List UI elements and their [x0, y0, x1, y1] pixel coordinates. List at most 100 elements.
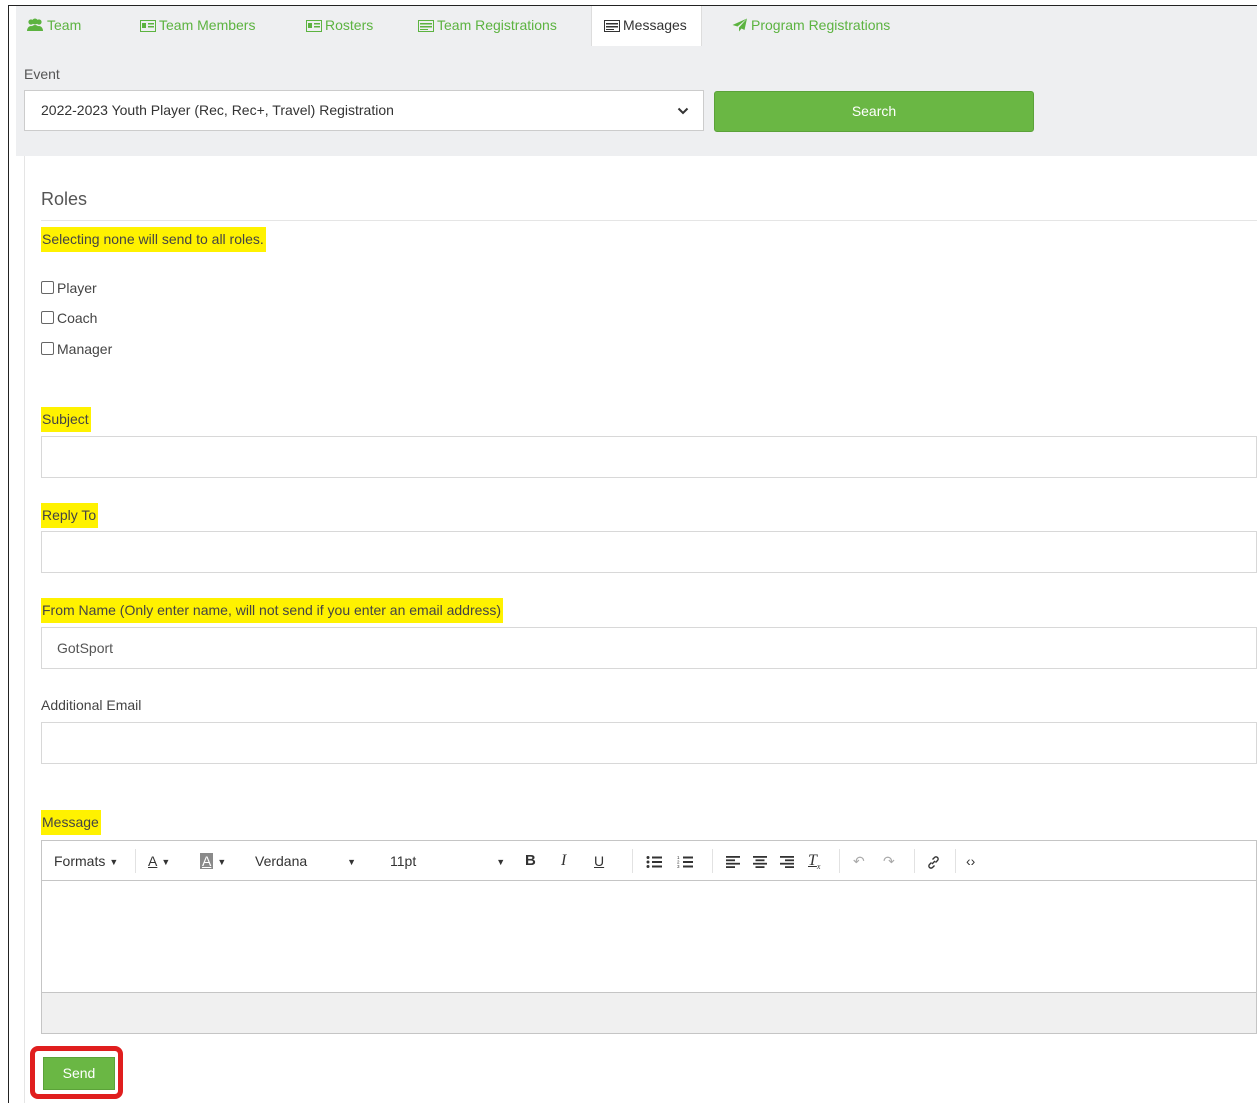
message-label: Message [41, 810, 101, 835]
background-color-button[interactable]: A ▼ [200, 841, 226, 881]
event-filter: Event 2022-2023 Youth Player (Rec, Rec+,… [16, 46, 1257, 156]
subject-label-text: Subject [41, 407, 91, 432]
subject-label: Subject [41, 407, 91, 432]
toolbar-divider [914, 849, 915, 873]
message-editor[interactable]: Formats▼ A▼ A▼ Verdana▼ 11pt▼ B I U [41, 840, 1257, 1034]
tab-team-members[interactable]: Team Members [140, 6, 255, 46]
tab-team[interactable]: Team [26, 6, 81, 46]
chevron-down-icon [677, 91, 689, 130]
additional-email-label: Additional Email [41, 697, 142, 713]
font-size-value: 11pt [390, 853, 417, 869]
tab-team-registrations-label: Team Registrations [437, 17, 557, 33]
tab-bar: Team Team Members Rosters Team Registrat… [16, 6, 1257, 47]
reply-to-label: Reply To [41, 503, 99, 528]
editor-content-area[interactable] [42, 881, 1256, 993]
role-option-coach[interactable]: Coach [41, 309, 97, 327]
font-family-dropdown[interactable]: Verdana ▼ [255, 841, 356, 881]
redo-icon: ↷ [883, 853, 895, 869]
code-icon: ‹› [966, 853, 976, 869]
font-size-dropdown[interactable]: 11pt ▼ [390, 841, 505, 881]
manager-label: Manager [57, 341, 113, 357]
subject-input[interactable] [41, 436, 1257, 478]
toolbar-divider [712, 849, 713, 873]
search-button[interactable]: Search [714, 91, 1034, 132]
caret-down-icon: ▼ [161, 857, 171, 867]
tab-program-registrations-label: Program Registrations [751, 17, 891, 33]
coach-checkbox[interactable] [41, 311, 54, 324]
align-center-icon [753, 853, 767, 869]
id-card-icon [306, 8, 322, 46]
player-checkbox[interactable] [41, 281, 54, 294]
role-option-manager[interactable]: Manager [41, 340, 112, 358]
background-color-icon: A [200, 853, 214, 869]
clear-formatting-icon: Tx [808, 852, 821, 872]
tab-messages[interactable]: Messages [591, 6, 702, 47]
bold-button[interactable]: B [525, 841, 536, 881]
id-card-icon [140, 8, 156, 46]
caret-down-icon: ▼ [217, 857, 227, 867]
text-color-icon: A [148, 853, 158, 869]
from-name-label-text: From Name (Only enter name, will not sen… [41, 598, 504, 623]
undo-button[interactable]: ↶ [853, 841, 865, 881]
svg-text:3: 3 [677, 864, 680, 869]
additional-email-input[interactable] [41, 722, 1257, 764]
tab-rosters[interactable]: Rosters [306, 6, 373, 46]
font-family-value: Verdana [255, 853, 308, 869]
manager-checkbox[interactable] [41, 342, 54, 355]
role-option-player[interactable]: Player [41, 279, 97, 297]
tab-program-registrations[interactable]: Program Registrations [732, 6, 890, 46]
event-selected-value: 2022-2023 Youth Player (Rec, Rec+, Trave… [41, 102, 394, 118]
tab-team-members-label: Team Members [159, 17, 256, 33]
from-name-label: From Name (Only enter name, will not sen… [41, 598, 504, 623]
redo-button[interactable]: ↷ [883, 841, 895, 881]
editor-status-bar [42, 992, 1256, 1033]
toolbar-divider [135, 849, 136, 873]
source-code-button[interactable]: ‹› [966, 841, 975, 881]
tab-messages-label: Messages [623, 17, 687, 33]
italic-button[interactable]: I [561, 841, 566, 881]
bullet-list-icon [646, 853, 662, 869]
team-icon [26, 8, 44, 46]
italic-icon: I [561, 852, 567, 869]
underline-button[interactable]: U [594, 841, 604, 881]
align-left-icon [726, 853, 740, 869]
send-button[interactable]: Send [43, 1057, 115, 1090]
caret-down-icon: ▼ [347, 857, 357, 867]
formats-dropdown[interactable]: Formats ▼ [54, 841, 118, 881]
roles-title: Roles [41, 189, 88, 209]
link-icon [926, 853, 941, 869]
align-left-button[interactable] [726, 841, 740, 881]
bold-icon: B [525, 852, 536, 869]
toolbar-divider [632, 849, 633, 873]
numbered-list-icon: 123 [677, 853, 693, 869]
list-icon [604, 8, 620, 46]
toolbar-divider [955, 849, 956, 873]
align-center-button[interactable] [753, 841, 767, 881]
coach-label: Coach [57, 310, 98, 326]
editor-toolbar: Formats▼ A▼ A▼ Verdana▼ 11pt▼ B I U [42, 841, 1256, 881]
align-right-icon [780, 853, 794, 869]
player-label: Player [57, 280, 97, 296]
insert-link-button[interactable] [926, 841, 941, 881]
event-label: Event [24, 66, 60, 82]
tab-team-label: Team [47, 17, 82, 33]
event-select[interactable]: 2022-2023 Youth Player (Rec, Rec+, Trave… [24, 90, 704, 131]
clear-formatting-button[interactable]: Tx [808, 841, 820, 881]
tab-rosters-label: Rosters [325, 17, 374, 33]
bullet-list-button[interactable] [646, 841, 662, 881]
caret-down-icon: ▼ [109, 857, 119, 867]
toolbar-divider [839, 849, 840, 873]
align-right-button[interactable] [780, 841, 794, 881]
roles-hint-text: Selecting none will send to all roles. [41, 227, 266, 252]
roles-divider [41, 220, 1257, 221]
list-icon [418, 8, 434, 46]
text-color-button[interactable]: A ▼ [148, 841, 170, 881]
formats-label: Formats [54, 853, 106, 869]
reply-to-input[interactable] [41, 531, 1257, 573]
numbered-list-button[interactable]: 123 [677, 841, 693, 881]
tab-team-registrations[interactable]: Team Registrations [418, 6, 557, 46]
from-name-input[interactable]: GotSport [41, 627, 1257, 669]
undo-icon: ↶ [853, 853, 865, 869]
reply-to-label-text: Reply To [41, 503, 99, 528]
caret-down-icon: ▼ [496, 857, 506, 867]
